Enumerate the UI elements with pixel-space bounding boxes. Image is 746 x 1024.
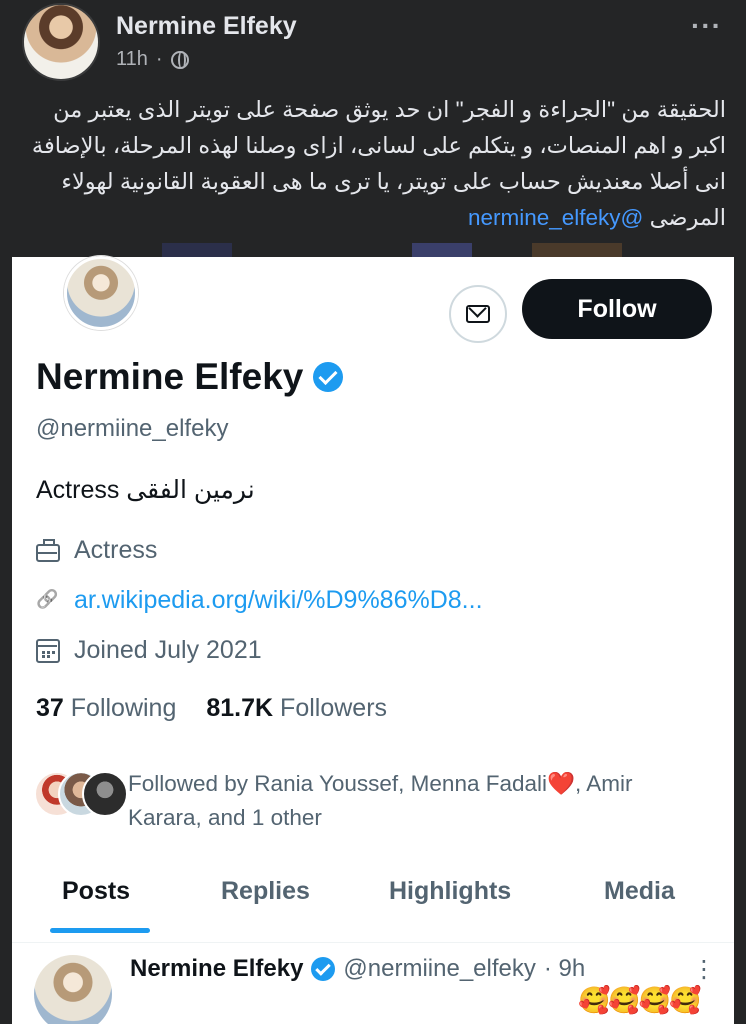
post-text: 🥰🥰🥰🥰 <box>578 985 701 1015</box>
banner-strip <box>12 243 734 257</box>
fb-post-time[interactable]: 11h <box>116 48 148 71</box>
post-author-avatar[interactable] <box>34 955 112 1024</box>
globe-icon <box>170 50 189 69</box>
mail-icon <box>466 305 490 323</box>
profile-bio: Actress نرمين الفقى <box>36 476 255 504</box>
briefcase-icon <box>36 538 60 562</box>
following-count: 37 <box>36 694 64 722</box>
followed-by-prefix: Followed by Rania Youssef, Menna Fadali <box>128 771 548 796</box>
profile-category: Actress <box>74 536 158 564</box>
post-more-icon[interactable]: ⋮ <box>692 955 716 984</box>
followed-by-text[interactable]: Followed by Rania Youssef, Menna Fadali❤… <box>128 767 708 835</box>
profile-handle: @nermiine_elfeky <box>36 415 229 442</box>
profile-name: Nermine Elfeky <box>36 356 304 397</box>
following-stat[interactable]: 37 Following <box>36 694 176 723</box>
more-dots-icon[interactable]: ··· <box>691 10 722 42</box>
profile-link-row: ar.wikipedia.org/wiki/%D9%86%D8... <box>36 586 483 615</box>
followers-count: 81.7K <box>206 694 274 722</box>
link-icon <box>36 589 60 613</box>
fb-author-name[interactable]: Nermine Elfeky <box>116 12 297 41</box>
calendar-icon <box>36 638 60 663</box>
fb-post-meta: 11h · <box>116 48 189 71</box>
profile-tabs: Posts Replies Highlights Media <box>12 873 734 943</box>
following-label: Following <box>70 694 177 722</box>
heart-emoji: ❤️ <box>547 771 576 796</box>
profile-joined: Joined July 2021 <box>74 636 262 664</box>
verified-badge-icon[interactable] <box>313 362 344 392</box>
verified-badge-icon <box>311 957 336 981</box>
active-tab-indicator <box>50 928 150 933</box>
profile-stats: 37 Following 81.7K Followers <box>36 694 387 723</box>
post-author-handle[interactable]: @nermiine_elfeky <box>343 955 535 983</box>
fb-author-avatar[interactable] <box>22 3 100 81</box>
banner-fragment <box>162 243 232 257</box>
follow-button[interactable]: Follow <box>522 279 712 339</box>
banner-fragment <box>412 243 472 257</box>
tab-highlights[interactable]: Highlights <box>389 877 511 906</box>
profile-name-row: Nermine Elfeky <box>36 356 344 398</box>
post-header: Nermine Elfeky @nermiine_elfeky · 9h <box>130 955 585 983</box>
profile-joined-row: Joined July 2021 <box>36 636 262 665</box>
post-author-name[interactable]: Nermine Elfeky <box>130 955 303 983</box>
banner-fragment <box>532 243 622 257</box>
tab-media[interactable]: Media <box>604 877 675 906</box>
embedded-screenshot[interactable]: Follow Nermine Elfeky @nermiine_elfeky A… <box>12 243 734 1024</box>
tab-replies[interactable]: Replies <box>221 877 310 906</box>
profile-link[interactable]: ar.wikipedia.org/wiki/%D9%86%D8... <box>74 586 483 615</box>
fb-post-header: Nermine Elfeky 11h · ··· <box>0 0 746 88</box>
profile-category-row: Actress <box>36 536 157 565</box>
followers-label: Followers <box>280 694 388 722</box>
tab-posts[interactable]: Posts <box>62 877 130 906</box>
message-button[interactable] <box>449 285 507 343</box>
fb-meta-separator: · <box>155 48 163 70</box>
followers-stat[interactable]: 81.7K Followers <box>206 694 387 723</box>
post-time[interactable]: · 9h <box>544 955 585 983</box>
followed-by-avatars[interactable] <box>34 771 130 819</box>
mention-link[interactable]: @nermine_elfeky <box>468 205 643 230</box>
profile-avatar[interactable] <box>64 256 138 330</box>
avatar <box>82 771 128 817</box>
fb-post-caption: الحقيقة من "الجراءة و الفجر" ان حد يوثق … <box>20 92 726 236</box>
